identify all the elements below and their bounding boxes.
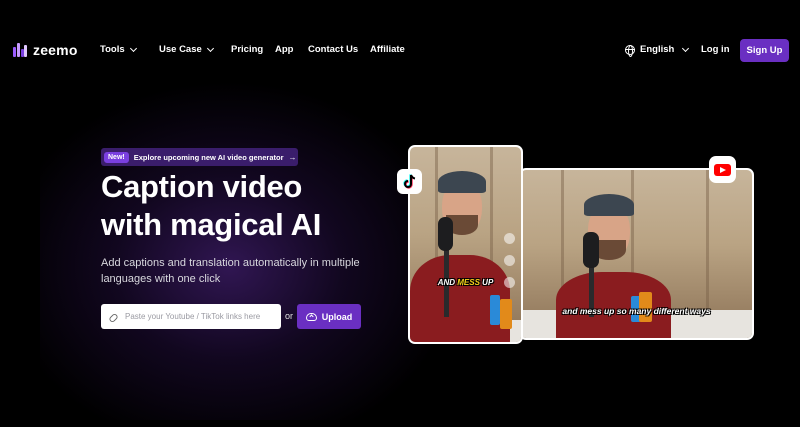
globe-icon bbox=[625, 44, 635, 57]
nav-use-case-label: Use Case bbox=[159, 44, 202, 55]
hero-headline: Caption video with magical AI bbox=[101, 168, 321, 244]
language-label: English bbox=[640, 44, 675, 55]
chevron-down-icon bbox=[682, 44, 690, 52]
nav-app[interactable]: App bbox=[275, 44, 293, 55]
wide-caption: and mess up so many different ways bbox=[562, 306, 711, 316]
caption-highlight-word: MESS bbox=[457, 278, 480, 287]
signup-button[interactable]: Sign Up bbox=[740, 39, 789, 62]
headline-line-2: with magical AI bbox=[101, 207, 322, 242]
link-input[interactable]: Paste your Youtube / TikTok links here bbox=[101, 304, 281, 329]
tiktok-video-preview: AND MESS UP bbox=[408, 145, 523, 344]
arrow-right-icon: → bbox=[288, 152, 297, 162]
hero-subtitle: Add captions and translation automatical… bbox=[101, 257, 360, 285]
nav-use-case[interactable]: Use Case bbox=[159, 44, 214, 55]
nav-app-label: App bbox=[275, 44, 294, 55]
announcement-pill[interactable]: New! Explore upcoming new AI video gener… bbox=[101, 148, 298, 166]
caption-word: UP bbox=[482, 278, 494, 287]
nav-contact-us[interactable]: Contact Us bbox=[308, 44, 358, 55]
nav-contact-us-label: Contact Us bbox=[308, 44, 359, 55]
comment-icon bbox=[504, 255, 515, 266]
hero-background-glow bbox=[40, 80, 460, 420]
upload-button[interactable]: Upload bbox=[297, 304, 361, 329]
link-icon bbox=[109, 312, 119, 322]
chevron-down-icon bbox=[206, 44, 214, 52]
language-selector[interactable]: English bbox=[625, 44, 690, 57]
nav-tools-label: Tools bbox=[100, 44, 125, 55]
new-badge: New! bbox=[104, 151, 129, 163]
nav-affiliate[interactable]: Affiliate bbox=[370, 44, 405, 55]
like-icon bbox=[504, 233, 515, 244]
top-navigation: zeemo Tools Use Case Pricing App Contact… bbox=[0, 0, 800, 102]
tiktok-icon bbox=[397, 169, 422, 194]
nav-affiliate-label: Affiliate bbox=[370, 44, 405, 55]
announcement-text: Explore upcoming new AI video generator bbox=[133, 152, 284, 162]
chevron-down-icon bbox=[129, 44, 137, 52]
nav-tools[interactable]: Tools bbox=[100, 44, 137, 55]
youtube-icon bbox=[709, 156, 736, 183]
nav-pricing-label: Pricing bbox=[231, 44, 264, 55]
headline-line-1: Caption video bbox=[101, 169, 303, 204]
youtube-video-preview: and mess up so many different ways bbox=[519, 168, 754, 340]
or-separator: or bbox=[285, 311, 294, 321]
logo[interactable]: zeemo bbox=[13, 42, 78, 58]
caption-word: AND bbox=[437, 278, 456, 287]
login-link[interactable]: Log in bbox=[701, 44, 730, 55]
link-input-placeholder: Paste your Youtube / TikTok links here bbox=[125, 312, 261, 321]
nav-pricing[interactable]: Pricing bbox=[231, 44, 263, 55]
logo-text: zeemo bbox=[33, 42, 78, 58]
upload-label: Upload bbox=[321, 311, 353, 322]
logo-icon bbox=[13, 43, 27, 57]
tall-caption: AND MESS UP bbox=[410, 278, 521, 287]
cloud-upload-icon bbox=[305, 312, 317, 321]
